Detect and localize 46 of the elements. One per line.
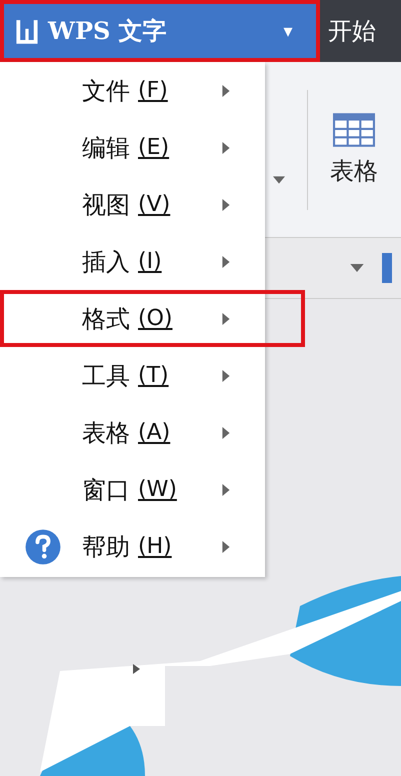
submenu-arrow-icon [222,198,230,210]
menu-item-label: 视图 [82,190,130,220]
menu-item-label: 工具 [82,360,130,392]
access-key: (T) [138,363,222,388]
submenu-arrow-icon [222,484,230,496]
menu-item-label: 编辑 [82,132,130,164]
access-key: (A) [138,420,222,445]
app-title: WPS 文字 [48,15,168,47]
table-icon [333,112,375,146]
menu-item-label: 帮助 [82,532,130,562]
menu-item[interactable]: 文件 (F) [0,62,265,119]
menu-item[interactable]: 表格 (A) [0,404,265,461]
menu-item[interactable]: 编辑 (E) [0,119,265,176]
submenu-arrow-icon [222,142,230,154]
table-button[interactable]: 表格 [330,112,378,186]
document-logo-icon [16,18,38,44]
menu-item-label: 格式 [82,304,130,334]
caret-icon[interactable] [350,264,364,272]
submenu-arrow-icon [222,312,230,324]
access-key: (V) [138,192,222,217]
access-key: (F) [138,78,222,103]
menu-item[interactable]: 格式 (O) [0,290,305,347]
menu-item[interactable]: 窗口 (W) [0,461,265,518]
menu-item-label: 表格 [82,418,130,448]
submenu-arrow-icon [222,84,230,96]
ribbon-tab[interactable]: 开始 [328,15,376,47]
access-key: (I) [138,249,222,274]
access-key: (E) [138,135,222,160]
menu-item[interactable]: 帮助 (H) [0,518,265,575]
access-key: (O) [138,306,222,331]
dropdown-caret[interactable]: ▾ [268,20,308,42]
access-key: (W) [138,477,222,502]
access-key: (H) [138,534,222,559]
app-menu-button[interactable]: WPS 文字 ▾ [0,0,320,62]
submenu-arrow-icon [222,256,230,268]
menu-item[interactable]: 工具 (T) [0,347,265,404]
caret-icon[interactable] [273,176,285,184]
menu-item-label: 窗口 [82,474,130,506]
menu-item[interactable]: 插入 (I) [0,233,265,290]
menu-item[interactable]: 视图 (V) [0,176,265,233]
menu-item-label: 插入 [82,246,130,278]
help-icon [24,528,62,566]
submenu-arrow-icon [222,370,230,382]
submenu-arrow-icon [222,540,230,552]
menu-item-label: 文件 [82,76,130,106]
submenu-arrow-icon [222,426,230,438]
